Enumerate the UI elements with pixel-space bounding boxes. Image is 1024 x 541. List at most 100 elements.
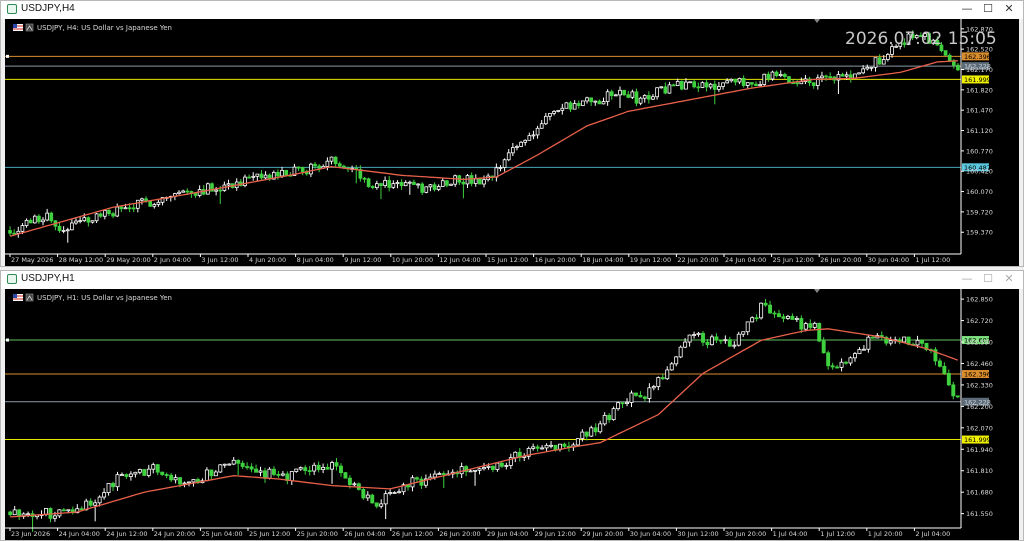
chart-window-h1[interactable]: USDJPY,H1 — ☐ ✕ 162.602 162.396 162.228 161…: [0, 270, 1024, 541]
candle-body: [263, 470, 267, 479]
y-tick-label: 162.170: [966, 66, 993, 74]
candle-body: [93, 502, 98, 506]
candle-body: [395, 182, 400, 185]
candle-body: [477, 468, 482, 471]
candle-body: [777, 313, 781, 318]
candle-body: [214, 189, 218, 192]
chart-plot-area[interactable]: 162.602 162.396 162.228 161.999 162.850 162.…: [5, 289, 1019, 540]
candle-body: [762, 73, 767, 85]
candle-body: [419, 478, 424, 486]
candle-body: [124, 474, 129, 477]
candle-body: [589, 427, 594, 437]
candle-body: [24, 219, 29, 226]
level-anchor-marker[interactable]: [6, 54, 9, 58]
candle-body: [49, 212, 54, 222]
candle-body: [187, 481, 191, 484]
candle-body: [410, 477, 415, 488]
minimize-icon[interactable]: —: [959, 272, 975, 286]
candle-body: [65, 229, 70, 232]
candle-body: [66, 509, 71, 512]
candle-body: [869, 66, 874, 69]
indicator-icon[interactable]: [25, 23, 34, 32]
candle-body: [824, 75, 828, 78]
candle-body: [52, 515, 57, 519]
candle-body: [407, 181, 412, 184]
candle-body: [317, 165, 321, 169]
candle-body: [343, 472, 348, 479]
chart-window-h4[interactable]: USDJPY,H4 — ☐ ✕ 162.396 162.228 161.999 160…: [0, 0, 1024, 267]
chart-plot-area[interactable]: 162.396 162.228 161.999 160.487 162.870 162.…: [5, 19, 1019, 266]
candle-body: [115, 206, 120, 217]
candle-body: [498, 167, 503, 169]
candle-body: [284, 169, 289, 176]
candle-body: [416, 183, 420, 186]
candle-body: [94, 213, 99, 222]
title-bar[interactable]: USDJPY,H1 — ☐ ✕: [1, 271, 1023, 289]
x-tick-label: 8 Jun 04:00: [297, 256, 334, 264]
candle-body: [182, 482, 187, 485]
chart-shift-marker[interactable]: [814, 19, 820, 23]
x-tick-label: 26 Jun 04:00: [344, 530, 385, 538]
candlestick-chart[interactable]: 162.396162.228161.999160.487 162.870162.…: [5, 19, 1019, 266]
candle-body: [575, 438, 580, 446]
candle-body: [947, 54, 952, 62]
candle-body: [821, 340, 826, 354]
candle-body: [209, 469, 214, 477]
candle-body: [620, 402, 625, 405]
level-anchor-marker[interactable]: [6, 338, 9, 342]
candle-body: [768, 304, 773, 314]
x-tick-label: 24 Jun 20:00: [154, 530, 195, 538]
x-tick-label: 23 Jun 2026: [11, 530, 50, 538]
candle-body: [593, 427, 598, 433]
candle-body: [420, 183, 425, 193]
candlestick-chart[interactable]: 162.602162.396162.228161.999 162.850162.…: [5, 289, 1019, 540]
symbol-subtitle: USDJPY, H4: US Dollar vs Japanese Yen: [37, 24, 172, 32]
candle-body: [669, 363, 674, 371]
candle-body: [213, 471, 218, 477]
candle-body: [647, 95, 651, 100]
candle-body: [449, 183, 453, 186]
candle-body: [206, 183, 210, 195]
candle-body: [181, 190, 185, 193]
indicator-icon[interactable]: [25, 293, 34, 302]
candle-body: [459, 466, 464, 475]
candle-body: [193, 193, 198, 196]
candle-body: [543, 115, 548, 125]
candle-body: [942, 365, 947, 374]
candle-body: [8, 511, 13, 516]
chart-shift-marker[interactable]: [814, 289, 820, 293]
minimize-icon[interactable]: —: [959, 2, 975, 16]
candle-body: [218, 464, 223, 473]
maximize-icon[interactable]: ☐: [980, 272, 996, 286]
candle-body: [667, 84, 672, 94]
candle-body: [135, 199, 140, 209]
maximize-icon[interactable]: ☐: [980, 2, 996, 16]
candle-body: [881, 59, 886, 65]
candle-body: [732, 344, 737, 347]
candle-body: [585, 97, 589, 102]
candle-body: [725, 80, 729, 84]
candle-body: [32, 215, 37, 224]
candle-body: [723, 339, 728, 342]
candle-body: [254, 468, 259, 473]
candle-body: [111, 483, 115, 488]
candle-body: [656, 377, 661, 387]
candle-body: [296, 166, 301, 169]
candle-body: [866, 336, 871, 350]
title-bar[interactable]: USDJPY,H4 — ☐ ✕: [1, 1, 1023, 19]
candle-body: [607, 414, 612, 421]
candle-body: [718, 339, 723, 342]
close-icon[interactable]: ✕: [1001, 2, 1017, 16]
candle-body: [781, 316, 786, 319]
candle-body: [651, 96, 655, 100]
candle-body: [37, 215, 41, 223]
candle-body: [329, 156, 334, 162]
close-icon[interactable]: ✕: [1001, 272, 1017, 286]
candle-body: [759, 302, 764, 319]
candle-body: [920, 339, 924, 344]
y-tick-label: 161.940: [966, 446, 993, 454]
candle-body: [98, 213, 103, 217]
candle-body: [374, 502, 379, 507]
candle-body: [441, 473, 446, 475]
candle-body: [741, 77, 746, 86]
